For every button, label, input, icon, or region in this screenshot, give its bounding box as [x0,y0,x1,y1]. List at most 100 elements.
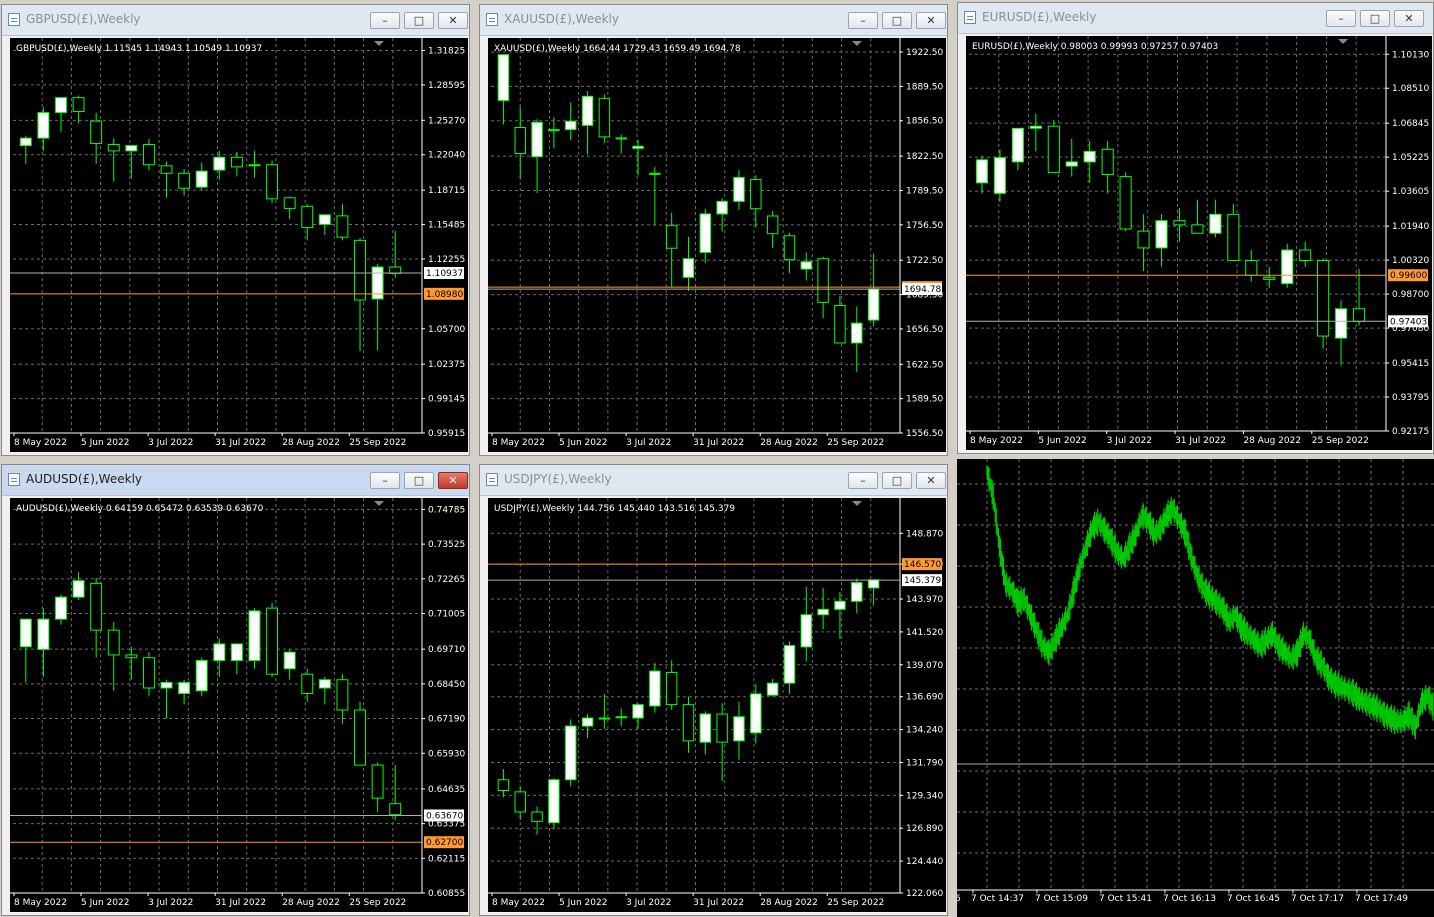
shift-marker-icon [374,501,384,506]
price-chart[interactable]: 0.74785 0.73525 0.72265 0.71005 0.69710 0.684… [10,498,468,912]
candle-body [19,618,32,648]
candle-body [1137,230,1150,249]
price-chart[interactable]: 148.870 146.570 143.970 141.520 139.070 136.6… [488,498,946,912]
minimize-button[interactable]: – [848,12,878,29]
price-axis-label: 141.520 [906,628,943,638]
price-chart[interactable]: 1922.50 1889.50 1856.50 1822.50 1789.50 1756.… [488,38,946,452]
candle-body [716,200,728,215]
chart-grid [491,38,900,434]
candle-body [581,95,594,126]
close-button[interactable]: ✕ [916,472,946,489]
time-axis-label: 3 Jul 2022 [626,898,671,908]
window-title: XAUUSD(£),Weekly [504,12,619,26]
time-axis-label: 28 Aug 2022 [760,898,818,908]
candle-body [867,579,880,589]
window-title: EURUSD(£),Weekly [982,10,1097,24]
minimize-button[interactable]: – [1326,10,1356,27]
candle-body [336,215,349,238]
price-axis-label: 0.99145 [428,395,465,405]
candle-body [598,97,611,138]
maximize-button[interactable]: □ [882,472,912,489]
candle-body [548,129,560,132]
close-button[interactable]: ✕ [1394,10,1424,27]
chart-window-icon [964,11,976,24]
candle-body [230,156,243,168]
window-titlebar[interactable]: GBPUSD(£),Weekly – □ ✕ [2,5,469,36]
candle-body [1352,308,1366,322]
chart-info-text: GBPUSD(£),Weekly 1.11545 1.14943 1.10549… [16,44,262,54]
price-chart[interactable]: 1.10130 1.08510 1.06845 1.05225 1.03605 1.019… [966,36,1432,450]
shift-marker-icon [374,41,384,46]
minimize-button[interactable]: – [370,472,400,489]
price-axis-label: 134.240 [906,726,943,736]
chart-window-audusd[interactable]: AUDUSD(£),Weekly – □ ✕ 0.74785 0.73525 0.7… [1,464,470,916]
price-axis-label: 1.01940 [1392,222,1429,232]
candle-body [1029,125,1042,129]
chart-window-icon [8,473,20,486]
chart-canvas: 1.31825 1.28595 1.25270 1.22040 1.18715 1.154… [10,38,465,448]
chart-window-icon [486,13,498,26]
close-button[interactable]: ✕ [438,12,468,29]
candle-body [72,580,85,598]
chart-window-usdjpy[interactable]: USDJPY(£),Weekly – □ ✕ 148.870 146.570 143… [479,464,948,916]
time-axis-label: 8 May 2022 [14,898,67,908]
candle-body [800,614,812,648]
price-axis-label: 1.15485 [428,221,465,231]
price-axis-label: 0.72265 [428,575,465,585]
chart-window-eurusd[interactable]: EURUSD(£),Weekly – □ ✕ 1.10130 1.08510 1.0… [957,2,1434,454]
candle-body [497,54,510,101]
candle-body [195,170,208,188]
chart-canvas: 0.74785 0.73525 0.72265 0.71005 0.69710 0.684… [10,498,465,908]
price-axis-label: 0.95415 [1392,359,1429,369]
candle-body [37,618,50,650]
time-axis-label: 31 Jul 2022 [215,438,266,448]
candle-body [581,717,594,727]
price-chart[interactable]: 1.31825 1.28595 1.25270 1.22040 1.18715 1.154… [10,38,468,452]
window-titlebar[interactable]: AUDUSD(£),Weekly – □ ✕ [2,465,469,496]
candle-body [750,693,762,734]
candle-body [354,709,366,766]
tick-line-chart[interactable]: 6 7 Oct 14:37 7 Oct 15:09 7 Oct 15:41 7 Oct … [957,459,1434,917]
candle-body [598,717,611,720]
maximize-button[interactable]: □ [882,12,912,29]
price-axis-label: 1589.50 [906,395,943,405]
time-axis-label: 5 Jun 2022 [81,438,129,448]
price-axis-label: 1.10130 [1392,50,1429,60]
candle-body [783,645,796,684]
minimize-button[interactable]: – [370,12,400,29]
window-titlebar[interactable]: USDJPY(£),Weekly – □ ✕ [480,465,947,496]
price-axis-label: 1.31825 [428,47,465,57]
chart-canvas: 1.10130 1.08510 1.06845 1.05225 1.03605 1.019… [966,36,1429,446]
candle-body [1101,148,1114,175]
candle-body [107,629,120,656]
price-axis-label: 0.67190 [428,715,465,725]
time-axis-label: 25 Sep 2022 [349,898,406,908]
chart-window-xauusd[interactable]: XAUUSD(£),Weekly – □ ✕ 1922.50 1889.50 185… [479,4,948,456]
bid-price-label: 1.10937 [426,269,463,279]
maximize-button[interactable]: □ [1360,10,1390,27]
maximize-button[interactable]: □ [404,472,434,489]
price-axis-label: 1.18715 [428,186,465,196]
candle-body [766,682,779,696]
chart-canvas: 6 7 Oct 14:37 7 Oct 15:09 7 Oct 15:41 7 Oct … [957,459,1434,904]
chart-window-gbpusd[interactable]: GBPUSD(£),Weekly – □ ✕ 1.31825 1.28595 1.2… [1,4,470,456]
candle-body [682,704,695,742]
candle-body [531,121,543,158]
minimize-button[interactable]: – [848,472,878,489]
window-titlebar[interactable]: EURUSD(£),Weekly – □ ✕ [958,3,1433,34]
candle-body [565,725,577,781]
candle-body [834,304,846,344]
window-titlebar[interactable]: XAUUSD(£),Weekly – □ ✕ [480,5,947,36]
window-title: AUDUSD(£),Weekly [26,472,142,486]
candle-body [213,643,226,661]
candle-body [548,779,560,824]
price-axis-label: 0.69710 [428,645,465,655]
price-axis-label: 1.05700 [428,325,465,335]
close-button[interactable]: ✕ [916,12,946,29]
close-button[interactable]: ✕ [438,472,468,489]
maximize-button[interactable]: □ [404,12,434,29]
price-axis-label: 1.02375 [428,360,465,370]
candle-body [1011,127,1024,163]
candle-body [1263,276,1276,280]
window-title: GBPUSD(£),Weekly [26,12,141,26]
